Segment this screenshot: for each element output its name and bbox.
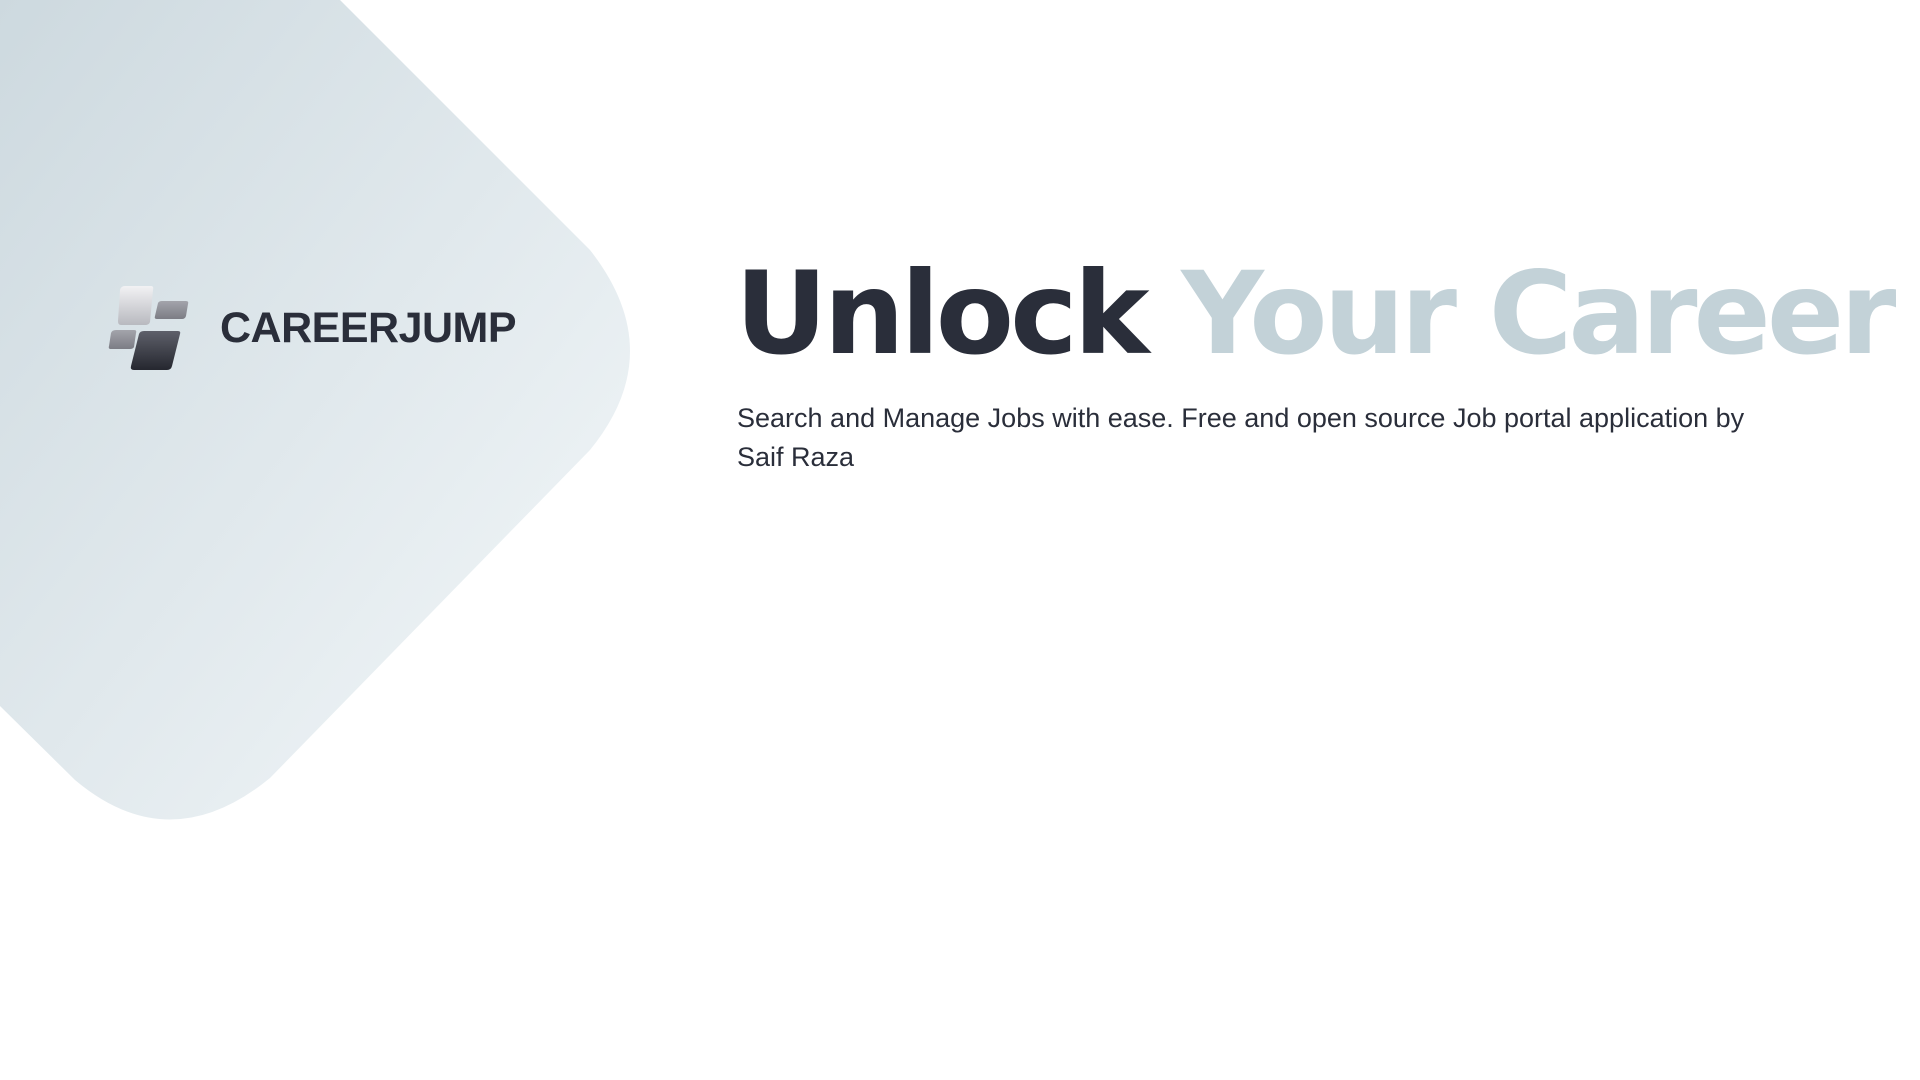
brand-name: CAREERJUMP — [220, 303, 517, 352]
stacked-tiles-logo-icon — [108, 286, 189, 370]
hero-section: Unlock Your Career Search and Manage Job… — [735, 247, 1896, 477]
hero-title-dark: Unlock — [735, 247, 1150, 380]
brand[interactable]: CAREERJUMP — [108, 286, 517, 370]
hero-title: Unlock Your Career — [735, 247, 1896, 380]
hero-title-light: Your Career — [1181, 247, 1896, 380]
hero-subtitle: Search and Manage Jobs with ease. Free a… — [737, 403, 1745, 473]
background-diamond-shape — [0, 0, 630, 820]
landing-page: CAREERJUMP Unlock Your Career Search and… — [0, 0, 1920, 1080]
